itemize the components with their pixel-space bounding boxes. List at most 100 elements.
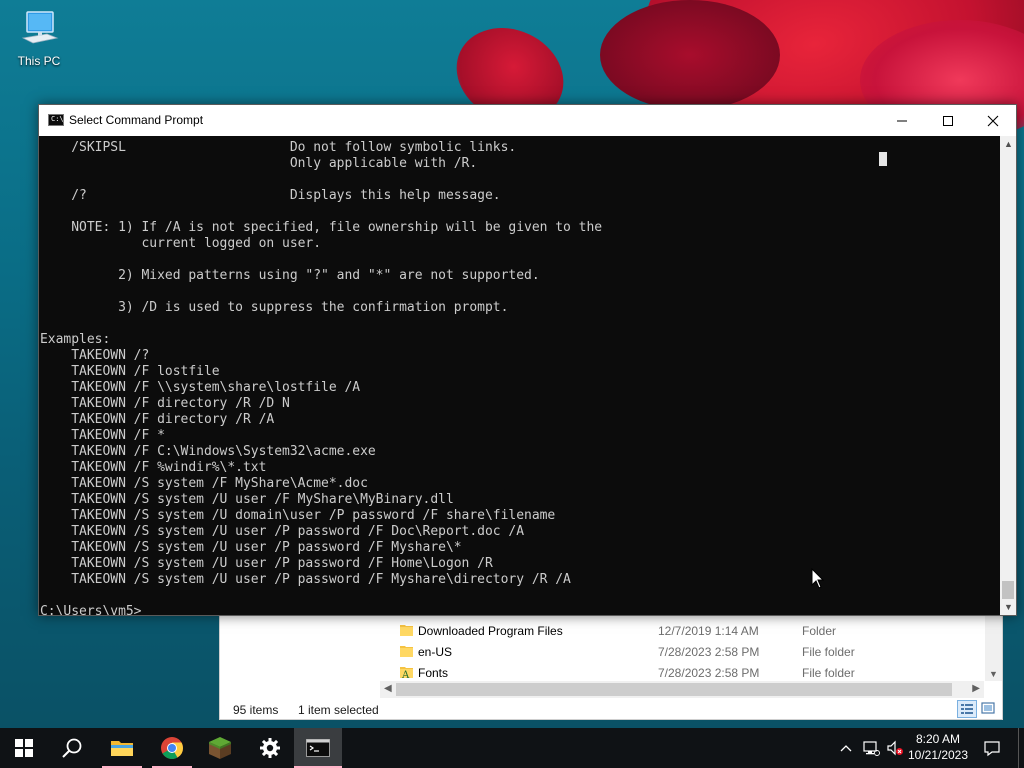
clock-date: 10/21/2023: [907, 748, 969, 762]
console-line: current logged on user.: [40, 236, 322, 251]
file-list: Downloaded Program Files 12/7/2019 1:14 …: [220, 613, 984, 683]
file-type: File folder: [802, 666, 855, 680]
minimize-icon: [897, 120, 907, 121]
console-line: 2) Mixed patterns using "?" and "*" are …: [40, 268, 540, 283]
computer-icon: [17, 8, 61, 52]
console-icon[interactable]: C:\_: [48, 114, 68, 126]
console-line: TAKEOWN /?: [40, 348, 150, 363]
console-line: Only applicable with /R.: [40, 156, 478, 171]
console-line: TAKEOWN /F directory /R /D N: [40, 396, 290, 411]
file-list-row[interactable]: A Fonts 7/28/2023 2:58 PM File folder: [220, 662, 984, 683]
maximize-button[interactable]: [925, 105, 971, 136]
scrollbar-thumb[interactable]: [396, 683, 952, 696]
console-output[interactable]: /SKIPSL Do not follow symbolic links. On…: [39, 136, 999, 615]
taskbar-chrome[interactable]: [148, 728, 196, 768]
chevron-up-icon[interactable]: ▲: [1004, 139, 1013, 149]
file-name: Downloaded Program Files: [418, 624, 563, 638]
volume-muted-icon: [887, 740, 903, 756]
console-line: TAKEOWN /S system /U user /P password /F…: [40, 524, 525, 539]
gear-icon: [260, 738, 280, 758]
show-desktop-button[interactable]: [1018, 728, 1024, 768]
command-prompt-window[interactable]: C:\_ Select Command Prompt /SKIPSL Do no…: [38, 104, 1017, 616]
console-line: TAKEOWN /F C:\Windows\System32\acme.exe: [40, 444, 376, 459]
file-list-row[interactable]: Downloaded Program Files 12/7/2019 1:14 …: [220, 620, 984, 641]
chrome-icon: [161, 737, 183, 759]
notification-icon: [984, 741, 1000, 757]
taskbar-settings[interactable]: [246, 728, 294, 768]
taskbar: 8:20 AM 10/21/2023: [0, 728, 1024, 768]
network-button[interactable]: [861, 738, 881, 758]
svg-text:A: A: [401, 670, 410, 679]
folder-icon: [400, 623, 413, 637]
search-button[interactable]: [48, 728, 96, 768]
console-vertical-scrollbar[interactable]: ▲ ▼: [1000, 136, 1016, 615]
chevron-down-icon[interactable]: ▼: [989, 669, 998, 679]
grass-block-icon: [209, 737, 231, 759]
taskbar-command-prompt[interactable]: [294, 728, 342, 768]
chevron-up-icon: [840, 745, 852, 752]
console-line: TAKEOWN /F %windir%\*.txt: [40, 460, 267, 475]
notifications-button[interactable]: [982, 738, 1002, 758]
console-line: TAKEOWN /S system /U user /F MyShare\MyB…: [40, 492, 454, 507]
explorer-horizontal-scrollbar[interactable]: ◀ ▶: [380, 681, 984, 698]
console-line: TAKEOWN /F *: [40, 428, 165, 443]
console-line: Examples:: [40, 332, 111, 347]
search-icon: [62, 738, 82, 758]
window-title: Select Command Prompt: [69, 113, 204, 127]
explorer-vertical-scrollbar[interactable]: ▼: [985, 613, 1002, 681]
file-list-row[interactable]: en-US 7/28/2023 2:58 PM File folder: [220, 641, 984, 662]
mouse-pointer-icon: [811, 567, 825, 590]
show-hidden-icons-button[interactable]: [836, 738, 856, 758]
windows-logo-icon: [15, 739, 33, 757]
folder-icon: [400, 644, 413, 658]
scrollbar-thumb[interactable]: [1002, 581, 1014, 599]
chevron-down-icon[interactable]: ▼: [1004, 602, 1013, 612]
file-name: Fonts: [418, 666, 449, 680]
taskbar-file-explorer[interactable]: [98, 728, 146, 768]
start-button[interactable]: [0, 728, 48, 768]
close-button[interactable]: [970, 105, 1016, 136]
console-line: TAKEOWN /S system /F MyShare\Acme*.doc: [40, 476, 368, 491]
console-line: TAKEOWN /S system /U user /P password /F…: [40, 572, 571, 587]
console-line: /? Displays this help message.: [40, 188, 501, 203]
console-line: TAKEOWN /S system /U user /P password /F…: [40, 540, 462, 555]
details-view-icon: [961, 704, 973, 714]
window-titlebar[interactable]: C:\_ Select Command Prompt: [39, 105, 1016, 136]
taskbar-minecraft[interactable]: [196, 728, 244, 768]
console-line: TAKEOWN /F directory /R /A: [40, 412, 275, 427]
file-date: 7/28/2023 2:58 PM: [658, 645, 760, 659]
console-line: C:\Users\vm5>: [40, 604, 142, 615]
file-name: en-US: [418, 645, 453, 659]
maximize-icon: [943, 115, 953, 126]
minimize-button[interactable]: [879, 105, 925, 136]
chevron-left-icon[interactable]: ◀: [384, 683, 392, 694]
close-icon: [987, 115, 999, 126]
fonts-folder-icon: A: [400, 665, 413, 681]
console-line: TAKEOWN /S system /U domain\user /P pass…: [40, 508, 556, 523]
clock-time: 8:20 AM: [915, 732, 961, 746]
file-explorer-window: Downloaded Program Files 12/7/2019 1:14 …: [219, 612, 1003, 720]
desktop-icon-label: This PC: [17, 54, 61, 68]
console-line: TAKEOWN /F lostfile: [40, 364, 220, 379]
console-line: 3) /D is used to suppress the confirmati…: [40, 300, 509, 315]
desktop-icon-this-pc[interactable]: This PC: [10, 8, 68, 68]
folder-icon: [111, 741, 133, 756]
details-view-button[interactable]: [957, 700, 977, 718]
console-icon: [306, 739, 330, 757]
file-type: File folder: [802, 645, 855, 659]
chevron-right-icon[interactable]: ▶: [972, 683, 980, 694]
clock[interactable]: 8:20 AM 10/21/2023: [906, 731, 970, 763]
network-icon: [863, 741, 880, 756]
file-date: 7/28/2023 2:58 PM: [658, 666, 760, 680]
large-icons-view-button[interactable]: [979, 700, 999, 718]
console-line: TAKEOWN /S system /U user /P password /F…: [40, 556, 493, 571]
console-line: /SKIPSL Do not follow symbolic links.: [40, 140, 517, 155]
console-line: TAKEOWN /F \\system\share\lostfile /A: [40, 380, 361, 395]
text-cursor: [879, 152, 887, 166]
volume-button[interactable]: [885, 738, 905, 758]
selection-count: 1 item selected: [298, 703, 379, 717]
file-date: 12/7/2019 1:14 AM: [658, 624, 759, 638]
item-count: 95 items: [233, 703, 279, 717]
explorer-status-bar: 95 items 1 item selected: [220, 699, 1002, 720]
large-icons-view-icon: [981, 702, 995, 714]
